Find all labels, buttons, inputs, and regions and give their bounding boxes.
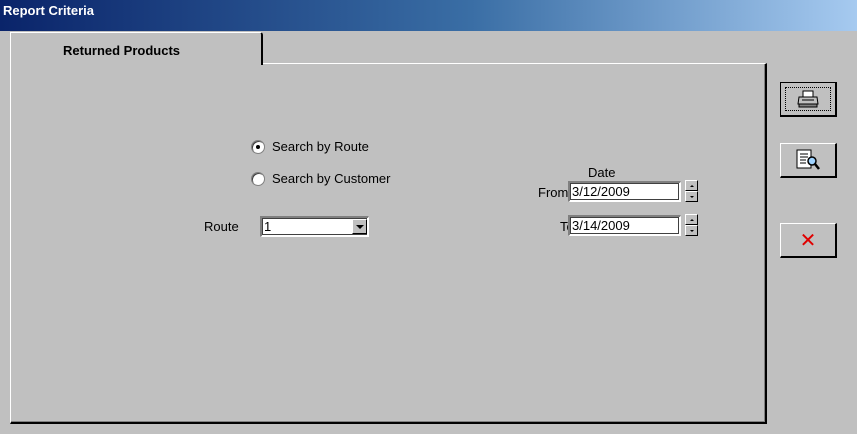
spin-up-icon[interactable] <box>685 180 698 191</box>
from-label: From <box>538 185 569 200</box>
route-label: Route <box>204 219 239 234</box>
tab-panel: Search by Route Search by Customer Route… <box>10 63 767 424</box>
title-bar: Report Criteria <box>0 0 857 31</box>
to-date-input[interactable]: 3/14/2009 <box>568 215 681 236</box>
date-heading: Date <box>588 165 616 180</box>
close-icon: ✕ <box>799 228 817 252</box>
tab-label: Returned Products <box>63 43 181 58</box>
window-title: Report Criteria <box>3 3 95 18</box>
tab-returned-products[interactable]: Returned Products <box>10 32 263 65</box>
spin-down-icon[interactable] <box>685 225 698 236</box>
radio-label: Search by Customer <box>272 171 391 186</box>
from-date-input[interactable]: 3/12/2009 <box>568 181 681 202</box>
close-button[interactable]: ✕ <box>780 223 837 258</box>
preview-button[interactable] <box>780 143 837 178</box>
to-date-spinner[interactable] <box>685 214 698 236</box>
route-select[interactable]: 1 <box>260 216 369 237</box>
radio-label: Search by Route <box>272 139 369 154</box>
to-date-value: 3/14/2009 <box>572 218 630 233</box>
radio-search-by-route[interactable]: Search by Route <box>251 139 369 154</box>
printer-icon <box>797 90 819 108</box>
chevron-down-icon[interactable] <box>352 219 367 234</box>
spin-up-icon[interactable] <box>685 214 698 225</box>
print-button[interactable] <box>780 82 837 117</box>
from-date-value: 3/12/2009 <box>572 184 630 199</box>
from-date-spinner[interactable] <box>685 180 698 202</box>
spin-down-icon[interactable] <box>685 191 698 202</box>
print-preview-icon <box>796 149 820 170</box>
radio-search-by-customer[interactable]: Search by Customer <box>251 171 391 186</box>
radio-button[interactable] <box>251 171 265 186</box>
route-value: 1 <box>264 219 272 234</box>
radio-button[interactable] <box>251 139 265 154</box>
